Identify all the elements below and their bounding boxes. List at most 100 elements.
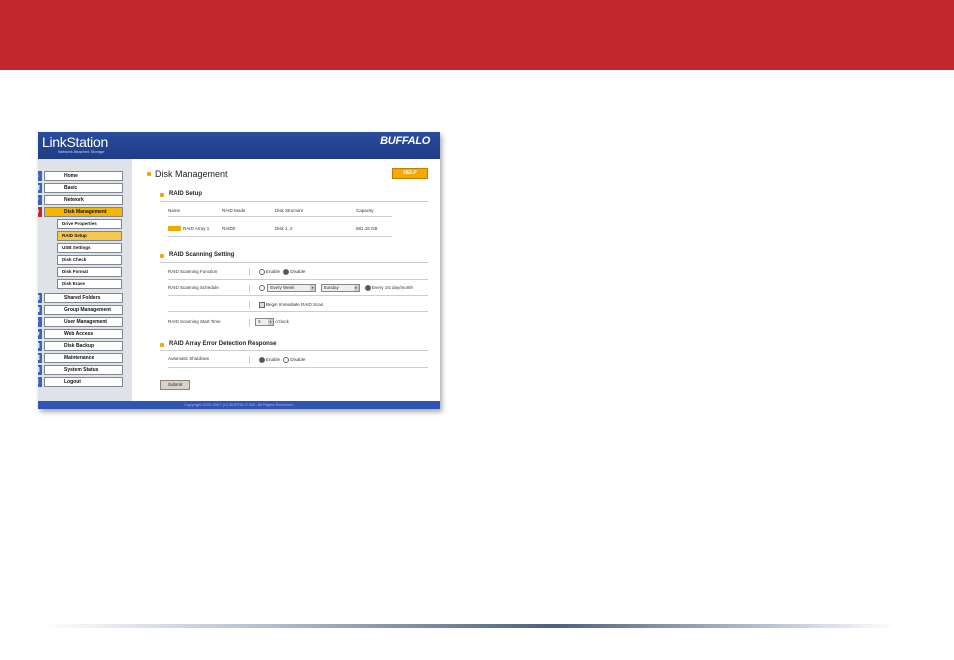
raid-scanning-heading: RAID Scanning Setting	[169, 252, 235, 258]
scanning-schedule-options: Every Week ▼ Sunday ▼	[259, 284, 360, 292]
column-separator	[249, 356, 250, 364]
shutdown-disable-radio[interactable]	[283, 357, 290, 363]
scanning-enable-label: Enable	[266, 269, 281, 275]
frequency-value: Every Week	[270, 285, 295, 290]
home-icon: ⌂	[38, 171, 42, 181]
chevron-down-icon: ▼	[353, 285, 359, 291]
sidebar-item-label: Logout	[64, 379, 81, 385]
sidebar-subitem-raid-setup[interactable]: RAID Setup	[57, 231, 122, 241]
folder-icon: ▤	[38, 293, 42, 303]
title-bullet-icon	[147, 172, 151, 176]
logout-icon: ▮	[38, 377, 42, 387]
sidebar-item-logout[interactable]: ▮ Logout	[38, 377, 123, 387]
sidebar-item-group-management[interactable]: ▦ Group Management	[38, 305, 123, 315]
sidebar-subitem-disk-erase[interactable]: Disk Erase	[57, 279, 122, 289]
table-cell-name[interactable]: RAID Array 1	[168, 226, 209, 232]
scanning-function-label: RAID Scanning Function	[168, 269, 218, 274]
start-hour-value: 3	[258, 319, 261, 324]
sidebar-item-system-status[interactable]: ▨ System Status	[38, 365, 123, 375]
web-icon: ◉	[38, 329, 42, 339]
column-separator	[249, 285, 250, 293]
raid-setup-heading: RAID Setup	[169, 191, 202, 197]
sidebar-subitem-usb-settings[interactable]: USB Settings	[57, 243, 122, 253]
linkstation-logo: LinkStation	[42, 134, 108, 150]
maintenance-icon: ▧	[38, 353, 42, 363]
shutdown-disable-label: Disable	[290, 357, 306, 363]
column-header-name: Name	[168, 208, 181, 213]
row-divider	[168, 279, 428, 280]
row-divider	[168, 311, 428, 312]
table-cell-disk-structure: Disk 1, 2	[275, 226, 293, 231]
column-header-capacity: Capacity	[356, 208, 374, 213]
sidebar-item-network[interactable]: ✦ Network	[38, 195, 123, 205]
scanning-disable-radio[interactable]	[283, 269, 290, 275]
sidebar-subitem-disk-check[interactable]: Disk Check	[57, 255, 122, 265]
sidebar-subitem-disk-format[interactable]: Disk Format	[57, 267, 122, 277]
schedule-monthly-radio[interactable]	[365, 285, 371, 291]
chevron-down-icon: ▼	[310, 285, 316, 291]
sidebar-item-label: System Status	[64, 367, 99, 373]
group-icon: ▦	[38, 305, 42, 315]
sidebar: ⌂ Home ▣ Basic ✦ Network ■ Disk Manageme…	[38, 159, 132, 401]
section-divider	[160, 350, 428, 351]
sidebar-item-basic[interactable]: ▣ Basic	[38, 183, 123, 193]
frequency-select[interactable]: Every Week ▼	[267, 284, 317, 292]
day-value: Sunday	[323, 285, 339, 290]
sidebar-item-label: Disk Backup	[64, 343, 95, 349]
immediate-scan-label: Begin Immediate RAID Scan	[266, 302, 324, 308]
sidebar-item-disk-backup[interactable]: ▥ Disk Backup	[38, 341, 123, 351]
row-divider	[168, 295, 428, 296]
scanning-disable-label: Disable	[290, 269, 306, 275]
shutdown-enable-radio[interactable]	[259, 357, 265, 363]
immediate-scan-checkbox[interactable]	[259, 302, 265, 308]
column-header-raid-mode: RAID Mode	[222, 208, 246, 213]
status-icon: ▨	[38, 365, 42, 375]
sidebar-item-label: Group Management	[64, 307, 111, 313]
page-title: Disk Management	[155, 169, 228, 179]
table-cell-capacity: 581.16 GB	[356, 226, 378, 231]
basic-icon: ▣	[38, 183, 42, 193]
sidebar-subitem-drive-properties[interactable]: Drive Properties	[57, 219, 122, 229]
table-cell-raid-mode: RAID0	[222, 226, 236, 231]
copyright-footer: Copyright 2002-2007 (C) BUFFALO INC. All…	[38, 401, 440, 409]
sidebar-item-label: User Management	[64, 319, 108, 325]
sidebar-item-home[interactable]: ⌂ Home	[38, 171, 123, 181]
scanning-enable-radio[interactable]	[259, 269, 265, 275]
auto-shutdown-options: Enable Disable	[259, 357, 305, 363]
sidebar-item-label: Web Access	[64, 331, 94, 337]
section-bullet-icon	[160, 254, 164, 258]
scanning-function-options: Enable Disable	[259, 269, 305, 275]
day-select[interactable]: Sunday ▼	[320, 284, 360, 292]
start-hour-select[interactable]: 3 ▼	[255, 318, 274, 326]
sidebar-item-user-management[interactable]: ☺ User Management	[38, 317, 123, 327]
schedule-monthly-option: Every 1st day/month	[365, 285, 413, 291]
submit-button[interactable]: Submit	[160, 380, 190, 390]
sidebar-item-disk-management[interactable]: ■ Disk Management	[38, 207, 123, 217]
immediate-scan-option: Begin Immediate RAID Scan	[259, 302, 323, 308]
network-icon: ✦	[38, 195, 42, 205]
column-separator	[249, 301, 250, 309]
schedule-weekly-radio[interactable]	[259, 285, 265, 291]
disk-icon: ■	[38, 207, 42, 217]
section-bullet-icon	[160, 193, 164, 197]
app-header: LinkStation Network Attached Storage BUF…	[38, 132, 440, 159]
section-divider	[160, 262, 428, 263]
section-divider	[160, 201, 428, 202]
help-button[interactable]: HELP	[392, 168, 428, 179]
error-detection-heading: RAID Array Error Detection Response	[169, 341, 277, 347]
chevron-down-icon: ▼	[268, 319, 273, 325]
user-icon: ☺	[38, 317, 42, 327]
sidebar-item-label: Basic	[64, 185, 78, 191]
sidebar-item-label: Network	[64, 197, 84, 203]
main-content: Disk Management HELP RAID Setup Name RAI…	[132, 159, 440, 401]
sidebar-item-maintenance[interactable]: ▧ Maintenance	[38, 353, 123, 363]
logo-tagline: Network Attached Storage	[58, 149, 105, 154]
auto-shutdown-label: Automatic Shutdown	[168, 356, 210, 361]
start-time-options: 3 ▼ o'clock	[255, 318, 289, 326]
oclock-label: o'clock	[275, 319, 289, 325]
column-header-disk-structure: Disk Structure	[275, 208, 304, 213]
sidebar-item-shared-folders[interactable]: ▤ Shared Folders	[38, 293, 123, 303]
table-divider	[168, 236, 392, 237]
scanning-schedule-label: RAID Scanning Schedule	[168, 285, 219, 290]
sidebar-item-web-access[interactable]: ◉ Web Access	[38, 329, 123, 339]
